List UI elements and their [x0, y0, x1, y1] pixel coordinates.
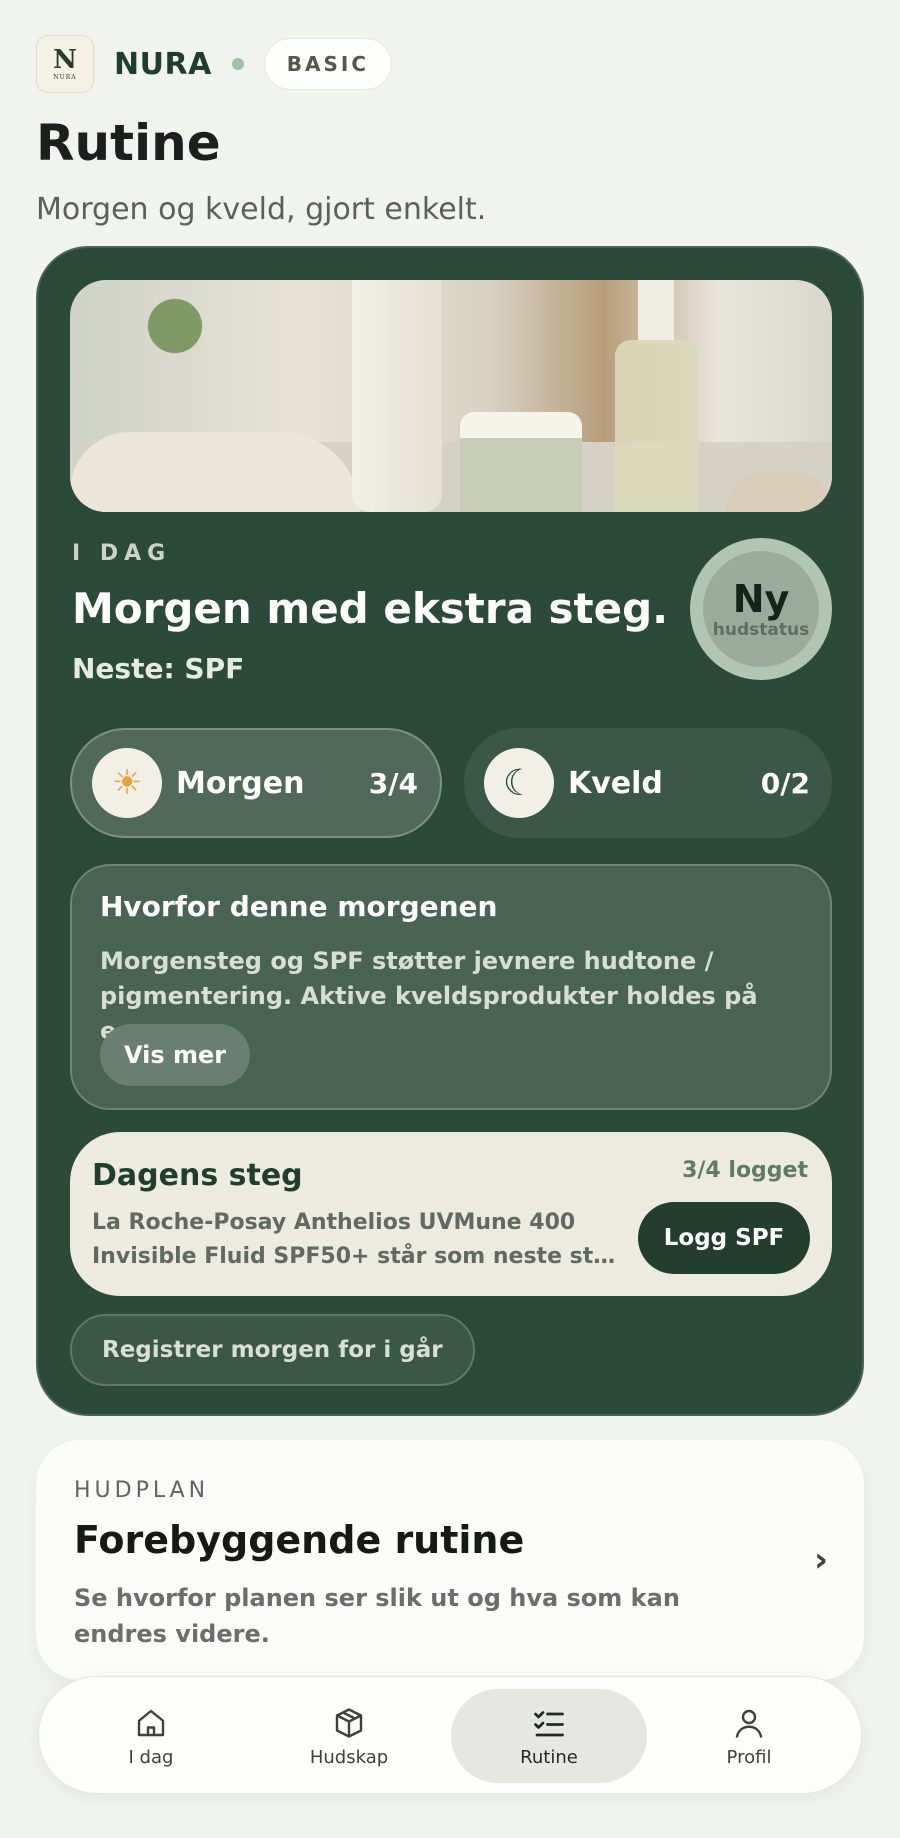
logo-text: NURA [53, 73, 77, 81]
moon-icon: ☾ [484, 748, 554, 818]
chevron-right-icon: › [813, 1540, 828, 1580]
page-title: Rutine [36, 114, 221, 172]
why-title: Hvorfor denne morgenen [100, 890, 498, 923]
next-step-text: Neste: SPF [72, 652, 245, 685]
tab-label: I dag [128, 1746, 174, 1768]
skin-status-label: hudstatus [712, 620, 810, 640]
bottom-tab-bar: I dag Hudskap Rutine Profil [38, 1676, 862, 1794]
status-dot [231, 58, 244, 70]
segment-count: 3/4 [368, 766, 418, 800]
register-yesterday-morning-button[interactable]: Registrer morgen for i går [70, 1314, 475, 1386]
brand-header: N NURA NURA BASIC [36, 35, 393, 93]
tab-label: Profil [726, 1746, 772, 1768]
tab-label: Hudskap [309, 1746, 389, 1768]
todays-step-card: Dagens steg 3/4 logget La Roche-Posay An… [70, 1132, 832, 1296]
evening-segment-button[interactable]: ☾ Kveld 0/2 [464, 728, 832, 838]
step-title: Dagens steg [92, 1158, 303, 1193]
brand-name: NURA [114, 46, 212, 82]
tab-today[interactable]: I dag [53, 1689, 249, 1783]
page-subtitle: Morgen og kveld, gjort enkelt. [36, 192, 487, 227]
why-this-morning-panel: Hvorfor denne morgenen Morgensteg og SPF… [70, 864, 832, 1110]
plan-text: Se hvorfor planen ser slik ut og hva som… [74, 1584, 680, 1648]
app-logo: N NURA [36, 35, 94, 93]
today-routine-card: I DAG Morgen med ekstra steg. Neste: SPF… [36, 246, 864, 1416]
skin-status-value: Ny [732, 577, 790, 621]
log-spf-button[interactable]: Logg SPF [638, 1202, 810, 1274]
skin-plan-card[interactable]: HUDPLAN Forebyggende rutine Se hvorfor p… [36, 1440, 864, 1680]
skin-status-badge[interactable]: Ny hudstatus [690, 538, 832, 680]
hero-image [70, 280, 832, 512]
box-icon [335, 1707, 363, 1738]
home-icon [137, 1709, 165, 1736]
show-more-button[interactable]: Vis mer [100, 1024, 251, 1086]
plan-badge[interactable]: BASIC [263, 38, 393, 90]
plan-title: Forebyggende rutine [74, 1518, 525, 1562]
logo-letter: N [53, 44, 77, 75]
tab-profile[interactable]: Profil [651, 1689, 847, 1783]
tab-skin-cabinet[interactable]: Hudskap [251, 1689, 447, 1783]
segment-label: Kveld [568, 765, 663, 801]
checklist-icon [534, 1710, 564, 1736]
person-icon [735, 1709, 763, 1738]
step-logged-count: 3/4 logget [682, 1158, 808, 1183]
tab-label: Rutine [520, 1746, 578, 1768]
segment-count: 0/2 [760, 766, 810, 800]
tab-routine[interactable]: Rutine [451, 1689, 647, 1783]
plan-label: HUDPLAN [74, 1478, 210, 1503]
sun-icon: ☀ [92, 748, 162, 818]
step-text: La Roche-Posay Anthelios UVMune 400 Invi… [92, 1210, 616, 1269]
today-title: Morgen med ekstra steg. [72, 584, 669, 633]
today-label: I DAG [72, 541, 172, 566]
morning-segment-button[interactable]: ☀ Morgen 3/4 [70, 728, 442, 838]
segment-label: Morgen [176, 765, 305, 801]
